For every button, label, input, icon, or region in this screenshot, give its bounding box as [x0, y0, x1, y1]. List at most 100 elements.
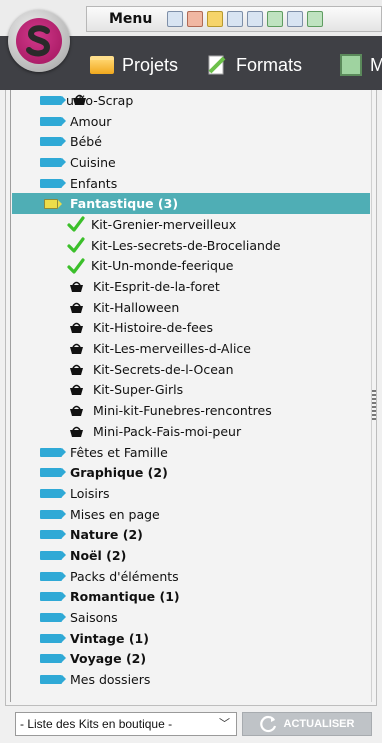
- tag-icon: [40, 447, 66, 457]
- category-item[interactable]: Romantique (1): [12, 587, 370, 608]
- basket-icon: [70, 323, 83, 334]
- category-item[interactable]: Cuisine: [12, 152, 370, 173]
- category-label: Mises en page: [70, 506, 160, 522]
- refresh-button[interactable]: ACTUALISER: [242, 712, 372, 736]
- tab-formats[interactable]: Formats: [206, 50, 302, 80]
- category-label: Noël (2): [70, 547, 127, 563]
- category-item[interactable]: Graphique (2): [12, 462, 370, 483]
- tab-formats-label: Formats: [236, 54, 303, 75]
- category-label: Saisons: [70, 610, 118, 626]
- kit-item[interactable]: Kit-Histoire-de-fees: [12, 318, 370, 339]
- kit-item[interactable]: Kit-Les-merveilles-d-Alice: [12, 338, 370, 359]
- basket-icon: [70, 364, 83, 375]
- export-icon[interactable]: [267, 11, 283, 27]
- bottom-bar: - Liste des Kits en boutique - ﹀ ACTUALI…: [12, 710, 372, 738]
- grid-icon: [340, 54, 362, 76]
- category-item[interactable]: udio-Scrap: [12, 90, 370, 111]
- category-item[interactable]: Amour: [12, 111, 370, 132]
- check-icon: [67, 237, 85, 253]
- category-item[interactable]: Vintage (1): [12, 628, 370, 649]
- print-icon[interactable]: [287, 11, 303, 27]
- kit-label: Kit-Histoire-de-fees: [93, 320, 213, 336]
- kit-item[interactable]: Kit-Grenier-merveilleux: [12, 214, 370, 235]
- category-label: Graphique (2): [70, 465, 168, 481]
- category-item[interactable]: Fantastique (3): [12, 193, 370, 215]
- category-item[interactable]: Fêtes et Famille: [12, 442, 370, 463]
- category-item[interactable]: Loisirs: [12, 483, 370, 504]
- kit-item[interactable]: Kit-Les-secrets-de-Broceliande: [12, 235, 370, 256]
- kit-item[interactable]: Mini-kit-Funebres-rencontres: [12, 400, 370, 421]
- category-item[interactable]: Packs d'éléments: [12, 566, 370, 587]
- basket-icon: [70, 281, 83, 293]
- splitter-grip[interactable]: [372, 390, 376, 420]
- tab-m-label: M: [370, 54, 382, 75]
- tag-icon: [40, 592, 66, 602]
- category-item[interactable]: Bébé: [12, 131, 370, 152]
- check-icon: [67, 258, 85, 274]
- category-item[interactable]: Mises en page: [12, 504, 370, 525]
- kit-item[interactable]: Mini-Pack-Fais-moi-peur: [12, 421, 370, 442]
- link-icon[interactable]: [307, 11, 323, 27]
- kit-label: Kit-Un-monde-feerique: [91, 258, 234, 274]
- formats-icon: [208, 55, 226, 75]
- s-logo-icon: [26, 25, 51, 57]
- tag-icon: [40, 675, 66, 685]
- tag-icon: [40, 530, 66, 540]
- basket-icon: [70, 385, 83, 396]
- tag-icon: [40, 157, 66, 167]
- kit-label: Kit-Halloween: [93, 299, 180, 315]
- kit-item[interactable]: Kit-Halloween: [12, 297, 370, 318]
- new-document-icon[interactable]: [167, 11, 183, 27]
- open-folder-icon[interactable]: [207, 11, 223, 27]
- category-label: Bébé: [70, 134, 102, 150]
- category-item[interactable]: Nature (2): [12, 524, 370, 545]
- kit-item[interactable]: Kit-Secrets-de-l-Ocean: [12, 359, 370, 380]
- kit-label: Kit-Les-merveilles-d-Alice: [93, 341, 251, 357]
- category-item[interactable]: Mes dossiers: [12, 669, 370, 690]
- category-label: Loisirs: [70, 485, 110, 501]
- tag-icon: [40, 571, 66, 581]
- kit-label: Kit-Super-Girls: [93, 382, 184, 398]
- kit-label: Kit-Esprit-de-la-foret: [93, 279, 220, 295]
- tag-icon: [40, 116, 66, 126]
- kit-item[interactable]: Kit-Un-monde-feerique: [12, 256, 370, 277]
- category-label: Cuisine: [70, 154, 116, 170]
- category-label: Mes dossiers: [70, 672, 151, 688]
- kit-label: Mini-Pack-Fais-moi-peur: [93, 423, 242, 439]
- tag-icon: [40, 509, 66, 519]
- category-label: Fêtes et Famille: [70, 444, 168, 460]
- kits-list-select[interactable]: - Liste des Kits en boutique - ﹀: [15, 712, 237, 736]
- app-logo[interactable]: [8, 10, 70, 72]
- save-as-icon[interactable]: [247, 11, 263, 27]
- tag-icon: [40, 550, 66, 560]
- category-label: Vintage (1): [70, 630, 149, 646]
- basket-icon: [70, 343, 83, 355]
- basket-icon: [73, 94, 86, 105]
- tab-projets-label: Projets: [122, 54, 179, 75]
- refresh-label: ACTUALISER: [283, 718, 355, 730]
- basket-icon: [70, 405, 83, 417]
- category-tree[interactable]: udio-Scrap Amour Bébé Cuisine Enfants Fantast…: [12, 90, 370, 690]
- kit-item[interactable]: Kit-Esprit-de-la-foret: [12, 276, 370, 297]
- tag-icon: [40, 654, 66, 664]
- category-item[interactable]: Saisons: [12, 607, 370, 628]
- menu-button[interactable]: Menu: [109, 11, 152, 27]
- category-item[interactable]: Enfants: [12, 173, 370, 194]
- save-icon[interactable]: [227, 11, 243, 27]
- tag-icon: [40, 137, 66, 147]
- category-item[interactable]: Voyage (2): [12, 649, 370, 670]
- kit-item[interactable]: Kit-Super-Girls: [12, 380, 370, 401]
- category-item[interactable]: Noël (2): [12, 545, 370, 566]
- kits-list-select-value: - Liste des Kits en boutique -: [20, 717, 173, 731]
- menu-bar: Menu: [86, 6, 382, 32]
- kit-label: Kit-Grenier-merveilleux: [91, 216, 237, 232]
- chevron-down-icon: ﹀: [219, 718, 230, 730]
- basket-icon: [70, 302, 83, 313]
- category-label: Enfants: [70, 175, 118, 191]
- cut-icon[interactable]: [187, 11, 203, 27]
- tag-icon: [40, 178, 66, 188]
- tag-icon: [40, 488, 66, 498]
- tab-m[interactable]: M: [340, 50, 382, 80]
- kit-label: Mini-kit-Funebres-rencontres: [93, 403, 272, 419]
- tab-projets[interactable]: Projets: [90, 50, 178, 80]
